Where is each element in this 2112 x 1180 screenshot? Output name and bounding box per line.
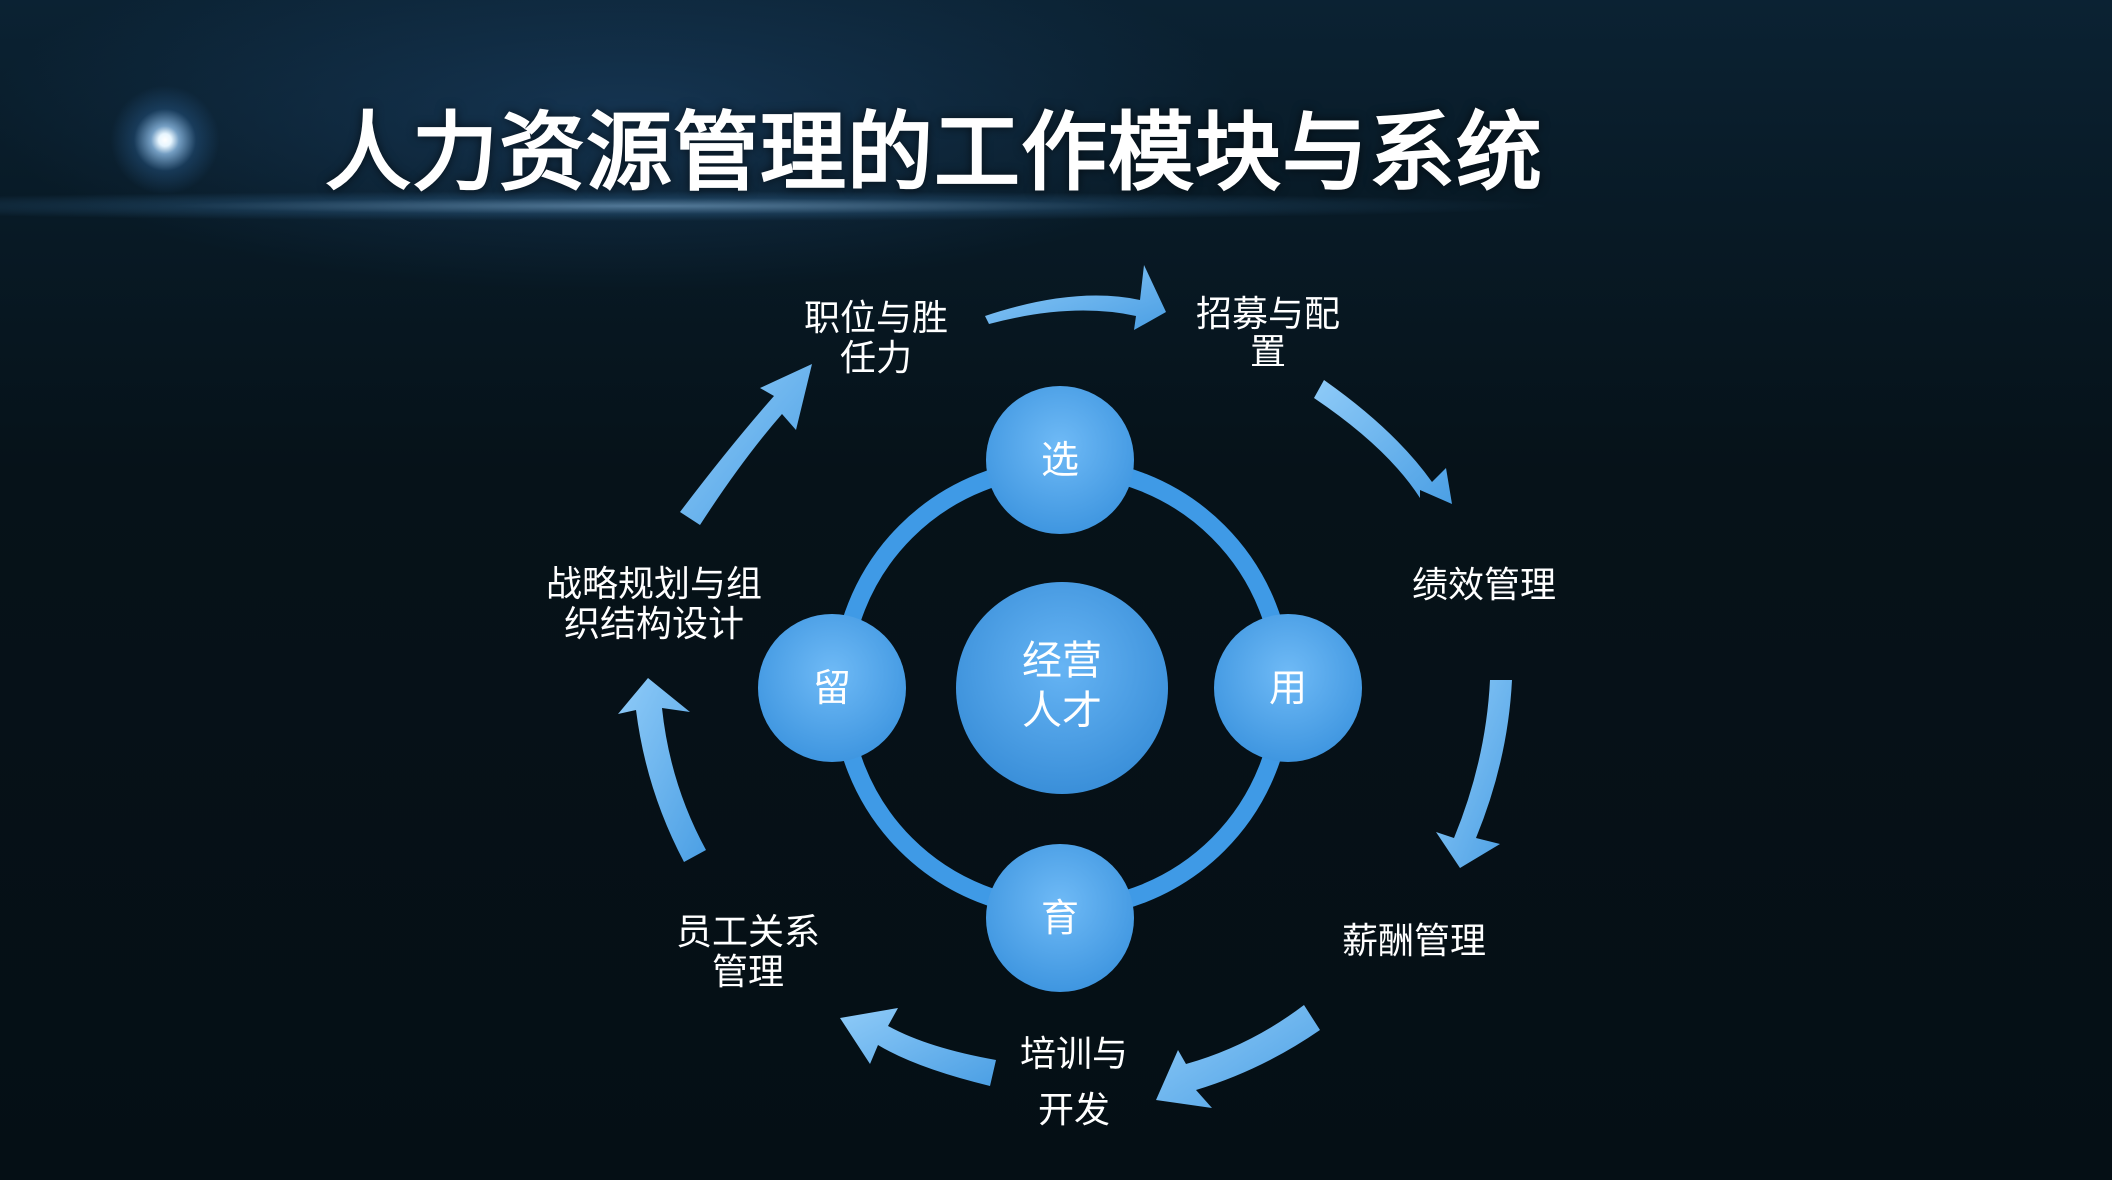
module-job-competency: 职位与胜 任力 — [804, 298, 948, 379]
module-recruit-line1: 招募与配 — [1196, 294, 1340, 335]
module-employee-relations: 员工关系 管理 — [676, 912, 820, 993]
arrow-training-to-relations-icon — [840, 1008, 996, 1086]
module-salary-line1: 薪酬管理 — [1342, 921, 1486, 962]
module-job-line2: 任力 — [840, 338, 912, 379]
arrow-relations-to-strategy-icon — [618, 678, 706, 862]
module-relations-line2: 管理 — [712, 952, 784, 993]
arrow-job-to-recruit-icon — [985, 265, 1166, 330]
module-recruit-line2: 置 — [1250, 332, 1286, 373]
module-training-line2: 开发 — [1038, 1090, 1110, 1131]
module-salary: 薪酬管理 — [1342, 921, 1486, 962]
arrow-salary-to-training-icon — [1156, 1005, 1320, 1108]
arrow-strategy-to-job-icon — [680, 364, 812, 525]
module-relations-line1: 员工关系 — [676, 912, 820, 953]
node-retain-label: 留 — [813, 666, 851, 710]
module-strategy-line2: 织结构设计 — [564, 604, 744, 645]
center-label-line2: 人才 — [1022, 688, 1102, 734]
module-recruitment: 招募与配 置 — [1196, 294, 1340, 373]
module-performance-line1: 绩效管理 — [1412, 565, 1556, 606]
slide: 人力资源管理的工作模块与系统 经营 人才 选 用 育 留 职位与胜 任力 招募与… — [0, 0, 2112, 1180]
node-select-label: 选 — [1041, 438, 1079, 482]
node-use-label: 用 — [1269, 666, 1307, 710]
module-training-line1: 培训与 — [1020, 1034, 1128, 1075]
module-performance: 绩效管理 — [1412, 565, 1556, 606]
module-strategy-org: 战略规划与组 织结构设计 — [546, 564, 762, 645]
module-job-line1: 职位与胜 — [804, 298, 948, 339]
node-develop-label: 育 — [1041, 896, 1079, 940]
hr-cycle-diagram: 经营 人才 选 用 育 留 职位与胜 任力 招募与配 置 绩效管理 薪酬管理 培… — [546, 265, 1556, 1131]
arrow-recruit-to-performance-icon — [1314, 380, 1452, 504]
module-strategy-line1: 战略规划与组 — [546, 564, 762, 605]
module-training: 培训与 开发 — [1020, 1034, 1128, 1131]
arrow-performance-to-salary-icon — [1436, 680, 1512, 868]
center-label-line1: 经营 — [1022, 638, 1102, 684]
